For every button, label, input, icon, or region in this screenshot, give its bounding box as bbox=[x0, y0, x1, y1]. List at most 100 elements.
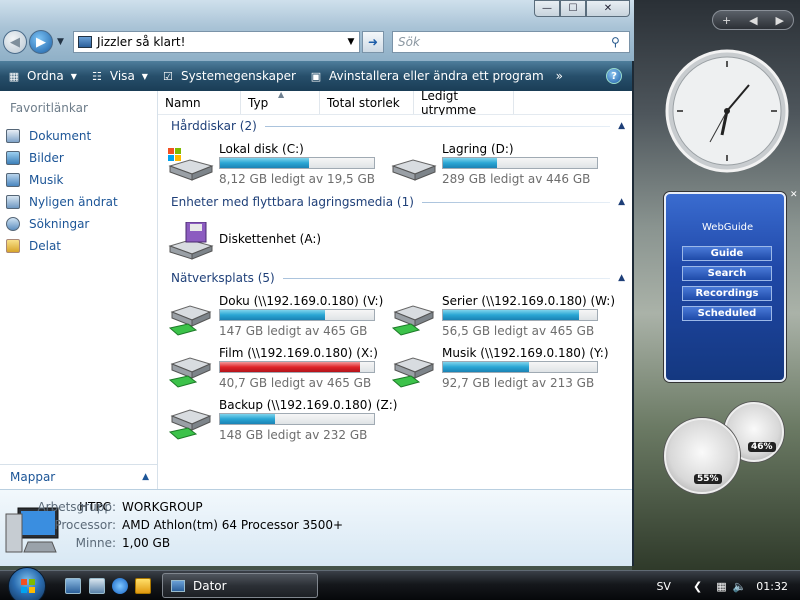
taskbar-button-computer[interactable]: Dator bbox=[162, 573, 318, 598]
webguide-guide-button[interactable]: Guide bbox=[682, 246, 772, 261]
folders-label: Mappar bbox=[10, 470, 56, 484]
sidebar-item-searches[interactable]: Sökningar bbox=[6, 213, 118, 235]
gadget-close-icon[interactable]: ✕ bbox=[790, 190, 798, 200]
sidebar-item-recent[interactable]: Nyligen ändrat bbox=[6, 191, 118, 213]
collapse-icon[interactable]: ▲ bbox=[618, 121, 625, 131]
start-button[interactable] bbox=[8, 567, 46, 600]
webguide-recordings-button[interactable]: Recordings bbox=[682, 286, 772, 301]
drive-item-v[interactable]: Doku (\\192.169.0.180) (V:) 147 GB ledig… bbox=[166, 294, 386, 338]
forward-button[interactable]: ▶ bbox=[29, 30, 53, 54]
drive-item-a[interactable]: Diskettenhet (A:) bbox=[166, 218, 386, 262]
maximize-button[interactable]: ☐ bbox=[560, 0, 586, 17]
address-dropdown-icon[interactable]: ▼ bbox=[343, 37, 359, 47]
sidebar-item-documents[interactable]: Dokument bbox=[6, 125, 118, 147]
webguide-search-button[interactable]: Search bbox=[682, 266, 772, 281]
webguide-scheduled-button[interactable]: Scheduled bbox=[682, 306, 772, 321]
column-headers: Namn ▲ Typ Total storlek Ledigt utrymme bbox=[158, 89, 632, 117]
views-button[interactable]: ☷ Visa ▼ bbox=[83, 61, 154, 91]
close-button[interactable]: ✕ bbox=[586, 0, 630, 17]
forward-arrow-icon: ▶ bbox=[36, 34, 46, 50]
usage-bar bbox=[442, 157, 598, 169]
command-bar: ▦ Ordna ▼ ☷ Visa ▼ ☑ Systemegenskaper ▣ … bbox=[0, 61, 632, 91]
usage-bar bbox=[219, 361, 375, 373]
column-header-name[interactable]: Namn bbox=[158, 91, 241, 114]
drive-name: Backup (\\192.169.0.180) (Z:) bbox=[219, 398, 398, 412]
recent-pages-dropdown[interactable]: ▼ bbox=[57, 37, 64, 47]
free-space-text: 148 GB ledigt av 232 GB bbox=[219, 428, 368, 442]
back-arrow-icon: ◀ bbox=[10, 34, 20, 50]
cpu-percent: 55% bbox=[694, 474, 722, 484]
group-header-network[interactable]: Nätverksplats (5) ▲ bbox=[171, 271, 625, 285]
media-player-icon[interactable] bbox=[135, 578, 151, 594]
column-header-free-space[interactable]: Ledigt utrymme bbox=[414, 89, 514, 117]
floppy-drive-icon bbox=[168, 222, 214, 260]
search-icon[interactable]: ⚲ bbox=[611, 35, 629, 49]
group-header-hard-disks[interactable]: Hårddiskar (2) ▲ bbox=[171, 119, 625, 133]
switch-windows-icon[interactable] bbox=[89, 578, 105, 594]
file-list: Hårddiskar (2) ▲ Lokal disk (C:) 8,12 GB… bbox=[158, 115, 632, 489]
free-space-text: 56,5 GB ledigt av 465 GB bbox=[442, 324, 595, 338]
back-button[interactable]: ◀ bbox=[3, 30, 27, 54]
usage-bar bbox=[219, 157, 375, 169]
details-pane: HTPC Arbetsgrupp: WORKGROUP Processor: AMD… bbox=[0, 489, 632, 566]
organize-button[interactable]: ▦ Ordna ▼ bbox=[0, 61, 83, 91]
sort-indicator-icon: ▲ bbox=[278, 90, 285, 99]
search-box[interactable]: Sök ⚲ bbox=[392, 31, 630, 53]
network-drive-icon bbox=[168, 305, 212, 336]
clock-gadget[interactable] bbox=[664, 48, 790, 174]
webguide-title: WebGuide bbox=[702, 222, 754, 233]
cpu-meter-gadget[interactable]: 55% bbox=[664, 418, 740, 494]
folders-toggle[interactable]: Mappar ▲ bbox=[0, 464, 157, 489]
system-properties-button[interactable]: ☑ Systemegenskaper bbox=[154, 61, 302, 91]
explorer-window: — ☐ ✕ ◀ ▶ ▼ Jizzler så klart! ▼ ➜ Sök ⚲ … bbox=[0, 0, 634, 566]
network-drive-icon bbox=[168, 409, 212, 440]
next-page-button[interactable]: ▶ bbox=[776, 14, 784, 27]
column-header-total-size[interactable]: Total storlek bbox=[320, 91, 414, 114]
drive-item-z[interactable]: Backup (\\192.169.0.180) (Z:) 148 GB led… bbox=[166, 398, 397, 442]
show-desktop-icon[interactable] bbox=[65, 578, 81, 594]
clock-time[interactable]: 01:32 bbox=[756, 580, 788, 593]
volume-icon[interactable]: 🔈 bbox=[733, 580, 747, 593]
views-label: Visa bbox=[109, 69, 135, 83]
minimize-button[interactable]: — bbox=[534, 0, 560, 17]
taskbar-button-label: Dator bbox=[193, 578, 227, 593]
internet-explorer-icon[interactable] bbox=[112, 578, 128, 594]
chevron-down-icon: ▼ bbox=[141, 71, 148, 81]
group-header-removable[interactable]: Enheter med flyttbara lagringsmedia (1) … bbox=[171, 195, 625, 209]
help-button[interactable]: ? bbox=[606, 68, 622, 84]
workgroup-row: Arbetsgrupp: WORKGROUP bbox=[37, 500, 203, 514]
address-bar[interactable]: Jizzler så klart! ▼ bbox=[73, 31, 360, 53]
sidebar-item-music[interactable]: Musik bbox=[6, 169, 118, 191]
previous-page-button[interactable]: ◀ bbox=[749, 14, 757, 27]
go-button[interactable]: ➜ bbox=[362, 31, 384, 53]
drive-item-c[interactable]: Lokal disk (C:) 8,12 GB ledigt av 19,5 G… bbox=[166, 142, 386, 186]
collapse-icon[interactable]: ▲ bbox=[618, 273, 625, 283]
system-drive-icon bbox=[168, 148, 214, 181]
title-bar: — ☐ ✕ ◀ ▶ ▼ Jizzler så klart! ▼ ➜ Sök ⚲ bbox=[0, 0, 634, 61]
hard-drive-icon bbox=[391, 159, 437, 181]
views-icon: ☷ bbox=[91, 69, 102, 83]
sidebar-item-shared[interactable]: Delat bbox=[6, 235, 118, 257]
more-commands-button[interactable]: » bbox=[550, 61, 569, 91]
collapse-icon[interactable]: ▲ bbox=[618, 197, 625, 207]
chevron-up-icon: ▲ bbox=[142, 472, 149, 482]
sidebar-item-label: Delat bbox=[29, 239, 62, 253]
language-indicator[interactable]: SV bbox=[656, 580, 671, 593]
network-icon[interactable]: ▦ bbox=[716, 580, 726, 593]
column-header-type[interactable]: ▲ Typ bbox=[241, 90, 320, 114]
taskbar: Dator SV ❮ ▦ 🔈 01:32 bbox=[0, 567, 800, 600]
drive-item-d[interactable]: Lagring (D:) 289 GB ledigt av 446 GB bbox=[389, 142, 609, 186]
search-input[interactable]: Sök bbox=[398, 35, 611, 49]
drive-item-x[interactable]: Film (\\192.169.0.180) (X:) 40,7 GB ledi… bbox=[166, 346, 386, 390]
drive-name: Film (\\192.169.0.180) (X:) bbox=[219, 346, 378, 360]
add-gadget-button[interactable]: + bbox=[722, 14, 731, 27]
drive-item-w[interactable]: Serier (\\192.169.0.180) (W:) 56,5 GB le… bbox=[389, 294, 615, 338]
window-controls: — ☐ ✕ bbox=[534, 0, 630, 18]
show-hidden-icons-button[interactable]: ❮ bbox=[693, 580, 702, 593]
uninstall-program-button[interactable]: ▣ Avinstallera eller ändra ett program bbox=[302, 61, 550, 91]
drive-item-y[interactable]: Musik (\\192.169.0.180) (Y:) 92,7 GB led… bbox=[389, 346, 609, 390]
shared-icon bbox=[6, 239, 20, 253]
uninstall-label: Avinstallera eller ändra ett program bbox=[328, 69, 544, 83]
drive-name: Lagring (D:) bbox=[442, 142, 514, 156]
sidebar-item-pictures[interactable]: Bilder bbox=[6, 147, 118, 169]
